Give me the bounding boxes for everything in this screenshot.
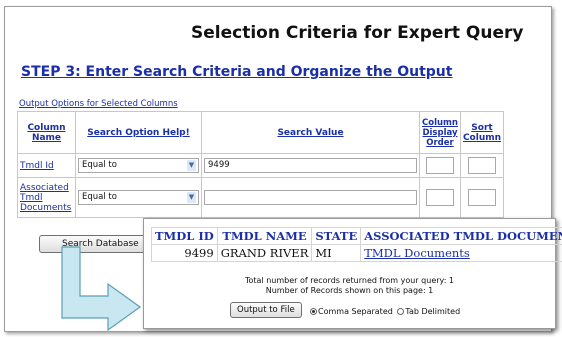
format-options: Comma Separated Tab Delimited xyxy=(310,307,460,316)
table-row: 9499 GRAND RIVER MI TMDL Documents xyxy=(151,244,562,262)
output-to-file-button[interactable]: Output to File xyxy=(230,302,302,318)
query-results-window: TMDL ID TMDL NAME STATE ASSOCIATED TMDL … xyxy=(143,218,562,329)
tab-delimited-label: Tab Delimited xyxy=(405,307,461,316)
result-tmdl-id: 9499 xyxy=(151,244,218,262)
results-header-tmdl-name: TMDL NAME xyxy=(216,227,313,245)
tmdl-documents-link[interactable]: TMDL Documents xyxy=(364,246,470,260)
result-state: MI xyxy=(311,244,362,262)
total-records-text: Total number of records returned from yo… xyxy=(244,276,455,285)
results-header-row: TMDL ID TMDL NAME STATE ASSOCIATED TMDL … xyxy=(151,227,562,245)
results-header-tmdl-id: TMDL ID xyxy=(151,227,218,245)
comma-separated-radio[interactable] xyxy=(310,308,317,315)
comma-separated-label: Comma Separated xyxy=(318,307,393,316)
result-tmdl-name: GRAND RIVER xyxy=(216,244,313,262)
results-header-state: STATE xyxy=(311,227,362,245)
result-documents-cell: TMDL Documents xyxy=(360,244,562,262)
results-header-documents: ASSOCIATED TMDL DOCUMENTS xyxy=(360,227,562,245)
shown-records-text: Number of Records shown on this page: 1 xyxy=(265,286,434,295)
results-table: TMDL ID TMDL NAME STATE ASSOCIATED TMDL … xyxy=(151,227,562,262)
screenshot-stage: Selection Criteria for Expert Query STEP… xyxy=(0,0,562,337)
tab-delimited-radio[interactable] xyxy=(397,308,405,315)
